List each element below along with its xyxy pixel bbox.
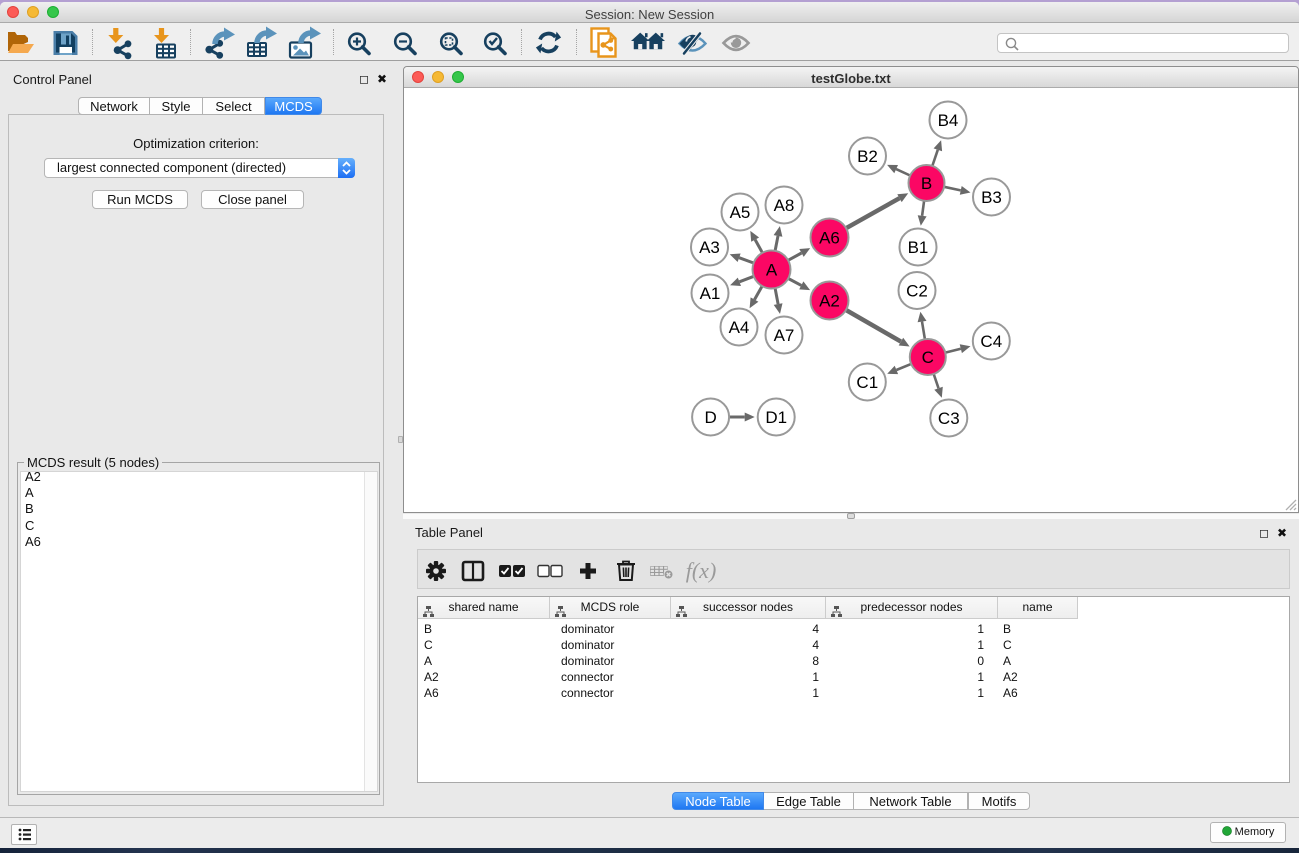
svg-text:A3: A3 — [699, 238, 720, 257]
svg-text:A8: A8 — [774, 196, 795, 215]
svg-text:C2: C2 — [906, 282, 928, 301]
svg-text:A: A — [766, 261, 778, 280]
svg-text:A4: A4 — [729, 318, 750, 337]
svg-text:A6: A6 — [819, 229, 840, 248]
svg-text:A1: A1 — [700, 284, 721, 303]
svg-text:B2: B2 — [857, 147, 878, 166]
svg-text:f(x): f(x) — [686, 558, 717, 583]
svg-text:D: D — [704, 408, 716, 427]
svg-text:C3: C3 — [938, 409, 960, 428]
svg-text:C1: C1 — [856, 373, 878, 392]
svg-text:A2: A2 — [819, 292, 840, 311]
svg-text:C4: C4 — [980, 332, 1002, 351]
svg-text:A7: A7 — [774, 326, 795, 345]
svg-text:C: C — [922, 348, 934, 367]
svg-text:A5: A5 — [730, 203, 751, 222]
svg-text:B4: B4 — [938, 111, 959, 130]
svg-text:B: B — [921, 174, 932, 193]
svg-text:D1: D1 — [765, 408, 787, 427]
svg-text:B1: B1 — [908, 238, 929, 257]
svg-text:B3: B3 — [981, 188, 1002, 207]
